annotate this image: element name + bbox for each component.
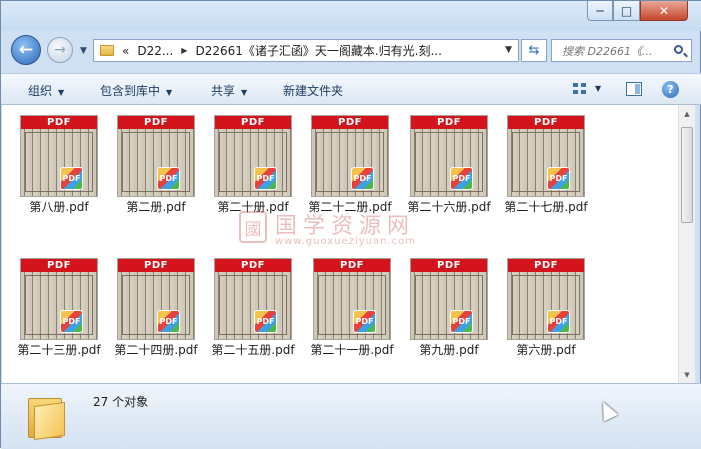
pdf-thumbnail: PDF: [311, 115, 389, 197]
pdf-banner: PDF: [21, 116, 97, 129]
pdf-app-icon: PDF: [60, 167, 83, 190]
pdf-banner: PDF: [411, 259, 487, 272]
pdf-banner: PDF: [118, 116, 194, 129]
file-item[interactable]: PDF PDF 第二十七册.pdf: [487, 105, 588, 215]
pdf-banner: PDF: [215, 116, 291, 129]
pdf-thumbnail: PDF: [20, 258, 98, 340]
include-in-library-menu[interactable]: 包含到库中 ▼: [100, 82, 172, 99]
pdf-thumbnail: PDF: [117, 258, 195, 340]
new-folder-button[interactable]: 新建文件夹: [283, 82, 343, 99]
title-bar: ─ □ ✕: [1, 1, 701, 31]
scrollbar-thumb[interactable]: [681, 127, 693, 223]
breadcrumb-overflow[interactable]: «: [122, 44, 129, 58]
chevron-down-icon: ▼: [166, 88, 173, 97]
breadcrumb-separator-icon[interactable]: ▶: [181, 46, 187, 55]
pdf-thumbnail: PDF: [410, 258, 488, 340]
pdf-app-icon: PDF: [450, 310, 473, 333]
search-input[interactable]: [560, 42, 674, 61]
folder-icon: [28, 394, 65, 441]
back-button[interactable]: ←: [11, 35, 41, 65]
include-in-library-label: 包含到库中: [100, 84, 161, 98]
watermark-url: www.guoxueziyuan.com: [275, 236, 416, 247]
pdf-banner: PDF: [411, 116, 487, 129]
pdf-banner: PDF: [508, 259, 584, 272]
file-name[interactable]: 第六册.pdf: [487, 341, 605, 358]
pdf-banner: PDF: [314, 259, 390, 272]
pdf-app-icon: PDF: [547, 310, 570, 333]
pdf-thumbnail: PDF: [507, 115, 585, 197]
pdf-app-icon: PDF: [547, 167, 570, 190]
pdf-banner: PDF: [118, 259, 194, 272]
pdf-banner: PDF: [21, 259, 97, 272]
details-pane: 27 个对象: [1, 383, 701, 449]
pdf-thumbnail: PDF: [410, 115, 488, 197]
pdf-app-icon: PDF: [60, 310, 83, 333]
minimize-button[interactable]: ─: [587, 1, 613, 21]
file-item[interactable]: PDF PDF 第九册.pdf: [390, 248, 488, 358]
breadcrumb-segment-current[interactable]: D22661《诸子汇函》天一阁藏本.归有光.刻...: [195, 42, 442, 59]
pdf-app-icon: PDF: [157, 167, 180, 190]
preview-pane-icon[interactable]: [626, 82, 642, 96]
file-item[interactable]: PDF PDF 第二十四册.pdf: [97, 248, 198, 358]
file-item[interactable]: PDF PDF 第二十一册.pdf: [293, 248, 394, 358]
file-item[interactable]: PDF PDF 第二十五册.pdf: [194, 248, 295, 358]
file-item[interactable]: PDF PDF 第二十二册.pdf: [291, 105, 392, 215]
refresh-button[interactable]: ⇆: [521, 39, 547, 62]
share-label: 共享: [211, 84, 236, 98]
pdf-banner: PDF: [312, 116, 388, 129]
address-bar[interactable]: « D22... ▶ D22661《诸子汇函》天一阁藏本.归有光.刻... ▼: [93, 39, 519, 62]
address-dropdown-icon[interactable]: ▼: [505, 45, 512, 55]
forward-button[interactable]: →: [47, 37, 73, 63]
watermark-seal-icon: 國: [239, 211, 267, 243]
close-button[interactable]: ✕: [640, 1, 688, 21]
file-item[interactable]: PDF PDF 第二册.pdf: [97, 105, 195, 215]
vertical-scrollbar[interactable]: ▲ ▼: [678, 105, 695, 383]
recent-pages-dropdown-icon[interactable]: ▼: [80, 46, 87, 56]
file-item[interactable]: PDF PDF 第六册.pdf: [487, 248, 585, 358]
pdf-app-icon: PDF: [353, 310, 376, 333]
scroll-down-icon[interactable]: ▼: [679, 366, 695, 383]
pdf-app-icon: PDF: [254, 310, 277, 333]
file-item[interactable]: PDF PDF 第二十六册.pdf: [390, 105, 491, 215]
item-count: 27 个对象: [93, 395, 149, 409]
change-view-icon[interactable]: [573, 83, 589, 96]
command-bar: 组织 ▼ 包含到库中 ▼ 共享 ▼ 新建文件夹 ▼ ?: [1, 73, 701, 105]
pdf-thumbnail: PDF: [20, 115, 98, 197]
share-menu[interactable]: 共享 ▼: [211, 82, 247, 99]
pdf-thumbnail: PDF: [117, 115, 195, 197]
pdf-app-icon: PDF: [157, 310, 180, 333]
watermark: 國 国学资源网 www.guoxueziyuan.com: [239, 209, 479, 249]
refresh-icon: ⇆: [528, 43, 540, 58]
folder-icon: [100, 45, 114, 56]
chevron-down-icon: ▼: [58, 88, 65, 97]
pdf-thumbnail: PDF: [214, 115, 292, 197]
pdf-thumbnail: PDF: [313, 258, 391, 340]
pdf-thumbnail: PDF: [214, 258, 292, 340]
pdf-banner: PDF: [215, 259, 291, 272]
navigation-bar: ← → ▼ « D22... ▶ D22661《诸子汇函》天一阁藏本.归有光.刻…: [1, 31, 701, 71]
breadcrumb-segment-parent[interactable]: D22...: [137, 44, 173, 58]
help-icon[interactable]: ?: [662, 81, 679, 98]
pdf-app-icon: PDF: [351, 167, 374, 190]
search-box[interactable]: [551, 39, 692, 62]
scroll-up-icon[interactable]: ▲: [679, 105, 695, 122]
explorer-window: ─ □ ✕ ← → ▼ « D22... ▶ D22661《诸子汇函》天一阁藏本…: [0, 0, 701, 449]
file-item[interactable]: PDF PDF 第八册.pdf: [2, 105, 98, 215]
search-icon[interactable]: [674, 45, 683, 54]
pdf-banner: PDF: [508, 116, 584, 129]
file-name[interactable]: 第二十七册.pdf: [487, 198, 605, 215]
organize-label: 组织: [28, 84, 53, 98]
pdf-app-icon: PDF: [450, 167, 473, 190]
pdf-app-icon: PDF: [254, 167, 277, 190]
organize-menu[interactable]: 组织 ▼: [28, 82, 64, 99]
maximize-button[interactable]: □: [613, 1, 640, 21]
file-item[interactable]: PDF PDF 第二十三册.pdf: [2, 248, 101, 358]
view-options-dropdown-icon[interactable]: ▼: [595, 84, 601, 93]
pdf-thumbnail: PDF: [507, 258, 585, 340]
chevron-down-icon: ▼: [241, 88, 248, 97]
file-item[interactable]: PDF PDF 第二十册.pdf: [194, 105, 292, 215]
